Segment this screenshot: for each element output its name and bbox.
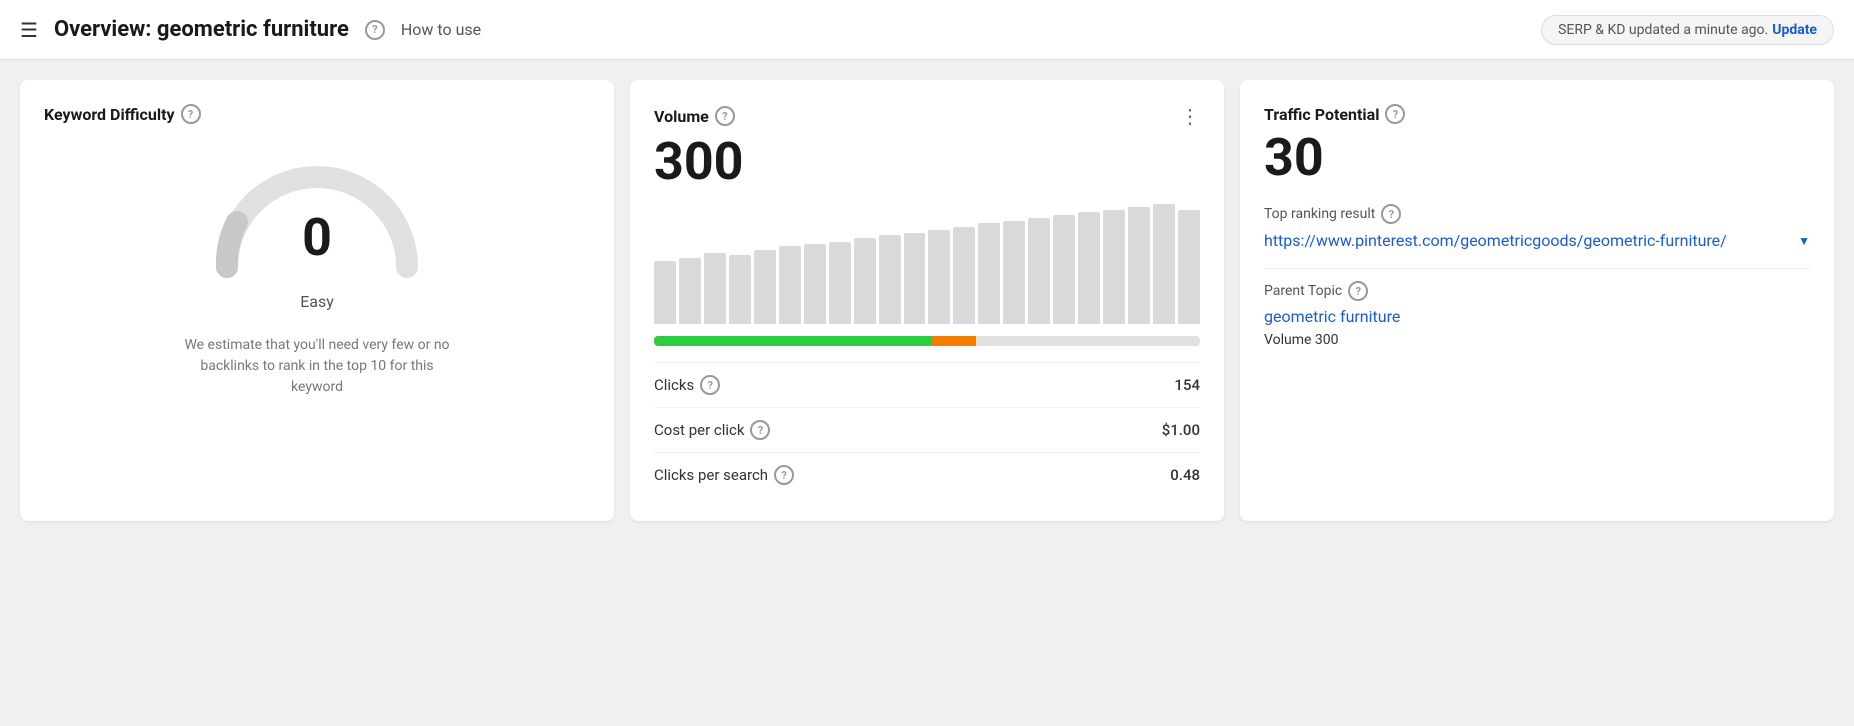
tp-card-header: Traffic Potential ?	[1264, 104, 1810, 124]
bar-chart-bar	[928, 230, 950, 324]
kd-help-icon[interactable]: ?	[181, 104, 201, 124]
bar-chart-bar	[1128, 207, 1150, 324]
metric-row-clicks: Clicks ? 154	[654, 363, 1200, 408]
bar-chart-bar	[1078, 212, 1100, 324]
bar-chart-bar	[1053, 215, 1075, 324]
top-ranking-link-container: https://www.pinterest.com/geometricgoods…	[1264, 230, 1810, 252]
top-ranking-url[interactable]: https://www.pinterest.com/geometricgoods…	[1264, 230, 1794, 252]
traffic-potential-card: Traffic Potential ? 30 Top ranking resul…	[1240, 80, 1834, 521]
top-ranking-dropdown-icon[interactable]: ▼	[1798, 233, 1810, 250]
gauge-container: 0	[207, 152, 427, 282]
parent-volume: Volume 300	[1264, 332, 1810, 348]
title-help-icon[interactable]: ?	[365, 20, 385, 40]
cps-label: Clicks per search ?	[654, 465, 794, 485]
cpc-label: Cost per click ?	[654, 420, 770, 440]
volume-card: Volume ? ⋮ 300 Clicks ? 154 Cost per cli…	[630, 80, 1224, 521]
clicks-help-icon[interactable]: ?	[700, 375, 720, 395]
tp-divider	[1264, 268, 1810, 269]
update-notice-text: SERP & KD updated a minute ago.	[1558, 22, 1768, 38]
volume-card-header: Volume ? ⋮	[654, 104, 1200, 128]
cps-help-icon[interactable]: ?	[774, 465, 794, 485]
how-to-use-link[interactable]: How to use	[401, 20, 481, 39]
tp-help-icon[interactable]: ?	[1385, 104, 1405, 124]
clicks-value: 154	[1174, 376, 1200, 394]
bar-chart-bar	[904, 233, 926, 324]
kd-label: Easy	[300, 292, 334, 311]
bar-chart-bar	[804, 244, 826, 324]
metric-row-cpc: Cost per click ? $1.00	[654, 408, 1200, 453]
cpc-help-icon[interactable]: ?	[750, 420, 770, 440]
header: ☰ Overview: geometric furniture ? How to…	[0, 0, 1854, 60]
tp-title: Traffic Potential	[1264, 105, 1379, 124]
bar-chart-bar	[654, 261, 676, 324]
click-bar-green	[654, 336, 932, 346]
kd-card-header: Keyword Difficulty ?	[44, 104, 590, 124]
top-ranking-help-icon[interactable]: ?	[1381, 204, 1401, 224]
bar-chart-bar	[679, 258, 701, 324]
bar-chart-bar	[779, 246, 801, 324]
parent-topic-link[interactable]: geometric furniture	[1264, 307, 1810, 326]
parent-topic-help-icon[interactable]: ?	[1348, 281, 1368, 301]
kd-score: 0	[302, 212, 332, 264]
update-notice: SERP & KD updated a minute ago. Update	[1541, 15, 1834, 45]
bar-chart-bar	[754, 250, 776, 324]
bar-chart-bar	[854, 238, 876, 324]
volume-menu-icon[interactable]: ⋮	[1180, 104, 1200, 128]
bar-chart-bar	[704, 253, 726, 324]
main-content: Keyword Difficulty ? 0 Easy We estimate …	[0, 60, 1854, 541]
bar-chart-bar	[879, 235, 901, 324]
metrics-table: Clicks ? 154 Cost per click ? $1.00 Clic…	[654, 362, 1200, 497]
tp-number: 30	[1264, 132, 1810, 184]
metric-row-cps: Clicks per search ? 0.48	[654, 453, 1200, 497]
kd-description: We estimate that you'll need very few or…	[177, 335, 457, 398]
bar-chart-bar	[978, 223, 1000, 324]
menu-icon[interactable]: ☰	[20, 18, 38, 42]
bar-chart-bar	[1003, 221, 1025, 324]
volume-number: 300	[654, 136, 1200, 188]
kd-title: Keyword Difficulty	[44, 105, 175, 124]
click-bar-orange	[932, 336, 976, 346]
keyword-difficulty-card: Keyword Difficulty ? 0 Easy We estimate …	[20, 80, 614, 521]
volume-bar-chart	[654, 204, 1200, 324]
cpc-value: $1.00	[1162, 421, 1200, 439]
bar-chart-bar	[829, 242, 851, 324]
top-ranking-label: Top ranking result ?	[1264, 204, 1810, 224]
page-title: Overview: geometric furniture	[54, 17, 349, 42]
parent-topic-label: Parent Topic ?	[1264, 281, 1810, 301]
cps-value: 0.48	[1170, 466, 1200, 484]
volume-title: Volume	[654, 107, 709, 126]
click-bar-container	[654, 336, 1200, 346]
bar-chart-bar	[1178, 210, 1200, 324]
clicks-label: Clicks ?	[654, 375, 720, 395]
volume-help-icon[interactable]: ?	[715, 106, 735, 126]
bar-chart-bar	[953, 227, 975, 324]
bar-chart-bar	[1153, 204, 1175, 324]
bar-chart-bar	[1103, 210, 1125, 324]
update-button[interactable]: Update	[1772, 22, 1817, 38]
bar-chart-bar	[1028, 218, 1050, 324]
bar-chart-bar	[729, 255, 751, 324]
